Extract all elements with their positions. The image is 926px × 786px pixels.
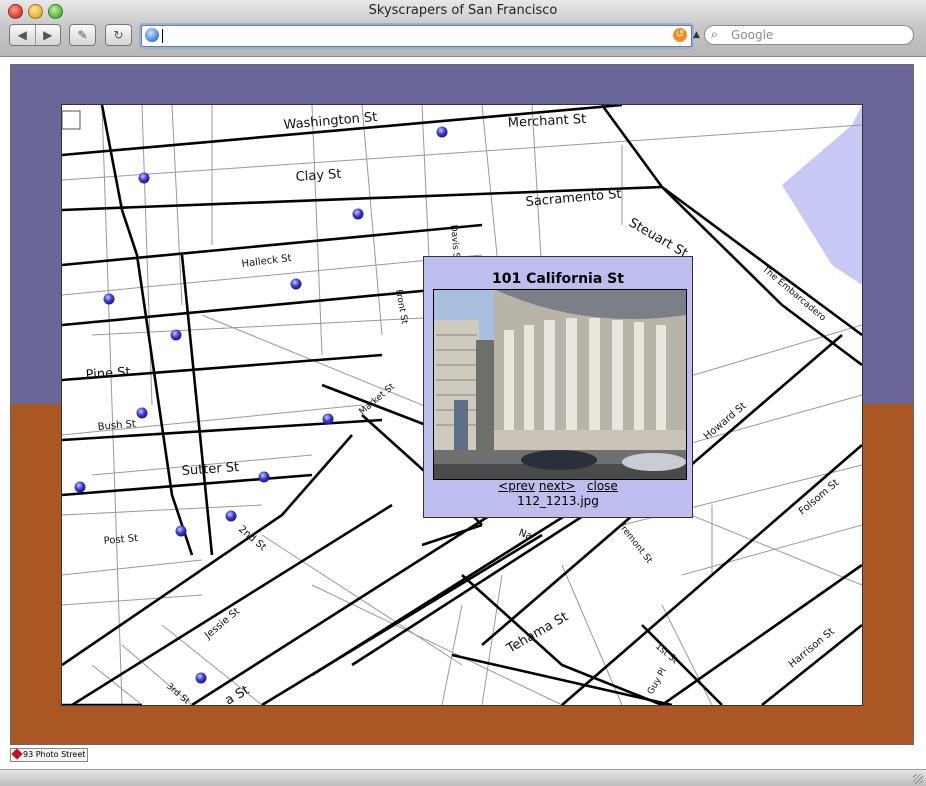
text-cursor bbox=[162, 29, 163, 43]
photo-marker[interactable] bbox=[290, 278, 302, 290]
street-label: Clay St bbox=[295, 167, 342, 185]
photo-marker[interactable] bbox=[136, 407, 148, 419]
window-titlebar: Skyscrapers of San Francisco ◀ ▶ ✎ ↻ ↺ ▲… bbox=[0, 0, 926, 57]
close-link[interactable]: close bbox=[587, 479, 618, 493]
map-corner-box bbox=[62, 110, 81, 130]
search-field[interactable]: ⌕ Google bbox=[704, 25, 914, 45]
photo-marker[interactable] bbox=[322, 413, 334, 425]
photo-marker[interactable] bbox=[258, 471, 270, 483]
pencil-icon: ✎ bbox=[77, 28, 88, 42]
status-badge[interactable]: 93 Photo Street bbox=[10, 748, 88, 762]
prev-link[interactable]: <prev bbox=[498, 479, 535, 493]
back-forward-group: ◀ ▶ bbox=[9, 24, 61, 46]
street-label: Post St bbox=[103, 533, 138, 547]
street-label: 3rd St bbox=[164, 682, 192, 705]
reload-button[interactable]: ↻ bbox=[105, 24, 132, 46]
street-label: Halleck St bbox=[241, 253, 292, 270]
status-badge-label: 93 Photo Street bbox=[23, 750, 86, 759]
window-bottom-bar bbox=[0, 769, 926, 786]
resize-grip-icon[interactable] bbox=[913, 774, 923, 784]
photo-marker[interactable] bbox=[74, 481, 86, 493]
photo-marker[interactable] bbox=[352, 208, 364, 220]
bay-water bbox=[782, 105, 862, 285]
street-label: Sacramento St bbox=[525, 187, 622, 210]
photo-marker[interactable] bbox=[103, 293, 115, 305]
photo-marker[interactable] bbox=[195, 672, 207, 684]
globe-icon bbox=[145, 28, 159, 42]
photo-marker[interactable] bbox=[138, 172, 150, 184]
address-dropdown-icon[interactable]: ▲ bbox=[693, 30, 700, 40]
photo-filename: 112_1213.jpg bbox=[517, 494, 599, 508]
street-label: Guy Pl bbox=[646, 667, 669, 697]
back-arrow-icon[interactable]: ◀ bbox=[10, 28, 35, 42]
popup-nav: <prev next> close bbox=[424, 479, 692, 493]
street-label: Steuart St bbox=[626, 215, 690, 261]
building-photo bbox=[433, 289, 687, 480]
address-bar[interactable]: ↺ bbox=[141, 25, 692, 47]
photo-marker[interactable] bbox=[175, 525, 187, 537]
photo-marker[interactable] bbox=[225, 510, 237, 522]
pushpin-icon bbox=[11, 748, 23, 760]
search-icon: ⌕ bbox=[711, 27, 718, 41]
next-link[interactable]: next> bbox=[539, 479, 576, 493]
street-label: Sutter St bbox=[181, 460, 239, 479]
photo-image bbox=[434, 290, 686, 479]
street-label: Bush St bbox=[97, 419, 136, 433]
street-label: a St bbox=[223, 683, 253, 705]
photo-marker[interactable] bbox=[170, 329, 182, 341]
street-label: 1st St bbox=[653, 642, 680, 667]
street-label: Merchant St bbox=[507, 112, 586, 131]
photo-marker[interactable] bbox=[436, 126, 448, 138]
street-label: Pine St bbox=[85, 365, 131, 383]
street-label: Fremont St bbox=[616, 521, 654, 566]
popup-title: 101 California St bbox=[492, 271, 624, 287]
forward-arrow-icon[interactable]: ▶ bbox=[36, 28, 61, 42]
edit-bookmark-button[interactable]: ✎ bbox=[69, 24, 96, 46]
photo-info-popup: 101 California St <prev next> close 112_… bbox=[423, 256, 693, 518]
search-placeholder: Google bbox=[731, 28, 774, 42]
snapback-icon[interactable]: ↺ bbox=[673, 28, 687, 42]
reload-icon: ↻ bbox=[113, 28, 124, 42]
window-title: Skyscrapers of San Francisco bbox=[368, 3, 558, 18]
